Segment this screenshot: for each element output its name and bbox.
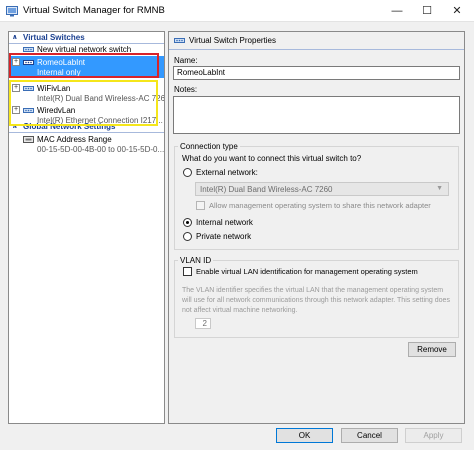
expand-plus-icon[interactable]: + (12, 58, 20, 66)
expand-plus-icon[interactable]: + (12, 106, 20, 114)
allow-mgmt-checkbox[interactable] (196, 201, 205, 210)
virtual-switches-header[interactable]: ∧ Virtual Switches (9, 33, 164, 44)
chevron-down-icon: ▼ (436, 185, 443, 192)
network-switch-icon (23, 47, 34, 52)
mac-address-range-item[interactable]: MAC Address Range 00-15-5D-00-4B-00 to 0… (9, 134, 164, 156)
switch-detail: Intel(R) Dual Band Wireless-AC 7260 (37, 94, 165, 103)
network-switch-icon (23, 86, 34, 91)
name-input[interactable]: RomeoLabInt (173, 66, 460, 80)
cancel-button[interactable]: Cancel (341, 428, 398, 443)
network-adapter-icon (23, 136, 34, 143)
vlan-id-input[interactable]: 2 (195, 318, 211, 329)
vlan-description: The VLAN identifier specifies the virtua… (182, 287, 450, 314)
network-switch-icon (23, 60, 34, 65)
external-network-label: External network: (196, 168, 258, 177)
collapse-chevron-icon[interactable]: ∧ (12, 33, 18, 41)
properties-header: Virtual Switch Properties (169, 32, 464, 50)
private-network-radio[interactable] (183, 232, 192, 241)
expand-plus-icon[interactable]: + (12, 84, 20, 92)
ok-button[interactable]: OK (276, 428, 333, 443)
connection-type-title: Connection type (178, 142, 240, 151)
vlan-enable-label: Enable virtual LAN identification for ma… (196, 267, 418, 276)
name-label: Name: (174, 56, 198, 65)
remove-button[interactable]: Remove (408, 342, 456, 357)
switch-item-romeolabint[interactable]: + RomeoLabInt Internal only (9, 56, 164, 78)
network-switch-icon (23, 108, 34, 113)
external-adapter-select[interactable]: Intel(R) Dual Band Wireless-AC 7260 ▼ (195, 182, 449, 196)
external-network-radio[interactable] (183, 168, 192, 177)
maximize-icon[interactable]: ☐ (412, 0, 442, 22)
title-bar: Virtual Switch Manager for RMNB — ☐ ✕ (0, 0, 474, 22)
mac-range-value: 00-15-5D-00-4B-00 to 00-15-5D-0... (37, 145, 165, 154)
switch-properties-pane: Virtual Switch Properties Name: RomeoLab… (168, 31, 465, 424)
switch-name: WiredvLan (37, 106, 76, 115)
switch-tree-pane[interactable]: ∧ Virtual Switches New virtual network s… (8, 31, 165, 424)
network-switch-icon (174, 38, 185, 43)
connection-question: What do you want to connect this virtual… (182, 154, 362, 163)
vlan-enable-checkbox[interactable] (183, 267, 192, 276)
apply-button[interactable]: Apply (405, 428, 462, 443)
vlan-title: VLAN ID (178, 256, 214, 265)
internal-network-label: Internal network (196, 218, 253, 227)
new-switch-label: New virtual network switch (37, 45, 132, 54)
allow-mgmt-label: Allow management operating system to sha… (209, 201, 431, 210)
minimize-icon[interactable]: — (382, 0, 412, 22)
mac-range-label: MAC Address Range (37, 135, 112, 144)
private-network-label: Private network (196, 232, 252, 241)
properties-title: Virtual Switch Properties (189, 36, 276, 45)
notes-textarea[interactable] (173, 96, 460, 134)
hyperv-app-icon (6, 6, 18, 17)
new-virtual-switch-item[interactable]: New virtual network switch (9, 45, 164, 55)
switch-item-wifivlan[interactable]: + WiFivLan Intel(R) Dual Band Wireless-A… (9, 82, 164, 104)
global-network-settings-header[interactable]: ∧ Global Network Settings (9, 122, 164, 133)
internal-network-radio[interactable] (183, 218, 192, 227)
window-title: Virtual Switch Manager for RMNB (23, 5, 165, 16)
notes-label: Notes: (174, 85, 198, 94)
switch-name: RomeoLabInt (37, 58, 86, 67)
switch-name: WiFivLan (37, 84, 71, 93)
close-icon[interactable]: ✕ (442, 0, 472, 22)
collapse-chevron-icon[interactable]: ∧ (12, 122, 18, 130)
switch-detail: Internal only (37, 68, 81, 77)
